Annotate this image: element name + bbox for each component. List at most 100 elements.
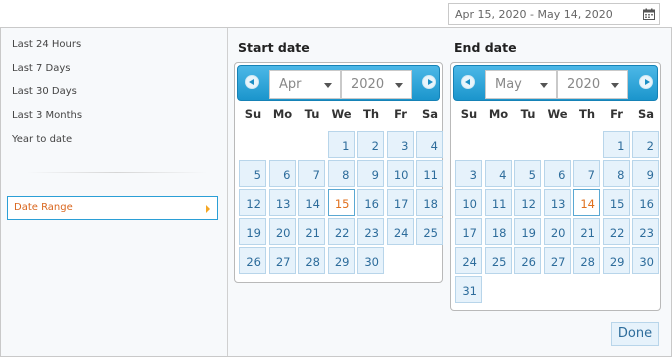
end-day-27[interactable]: 27 [543, 247, 571, 274]
start-day-8[interactable]: 8 [327, 160, 355, 187]
end-day-29[interactable]: 29 [602, 247, 630, 274]
start-day-26[interactable]: 26 [239, 247, 266, 274]
end-day-19[interactable]: 19 [514, 218, 541, 245]
start-day-30[interactable]: 30 [357, 247, 384, 274]
presets-divider [27, 172, 207, 173]
end-day-30[interactable]: 30 [632, 247, 659, 274]
done-button[interactable]: Done [611, 322, 659, 346]
end-day-6[interactable]: 6 [543, 160, 571, 187]
end-month-select[interactable]: May [485, 70, 557, 99]
chevron-down-icon [324, 83, 332, 88]
end-year-select[interactable]: 2020 [557, 70, 628, 99]
end-day-12[interactable]: 12 [514, 189, 541, 216]
preset-last-24-hours[interactable]: Last 24 Hours [12, 39, 81, 50]
start-day-6[interactable]: 6 [268, 160, 296, 187]
prev-month-icon[interactable] [461, 75, 475, 89]
start-weekday-tu: Tu [304, 107, 320, 121]
start-day-19[interactable]: 19 [239, 218, 266, 245]
end-weekday-mo: Mo [488, 107, 509, 121]
start-day-13[interactable]: 13 [268, 189, 296, 216]
start-year-select[interactable]: 2020 [341, 70, 412, 99]
end-weekday-su: Su [460, 107, 478, 121]
start-day-5[interactable]: 5 [239, 160, 266, 187]
start-day-11[interactable]: 11 [416, 160, 443, 187]
start-day-14[interactable]: 14 [298, 189, 325, 216]
end-weekday-fr: Fr [610, 107, 623, 121]
start-calendar: Apr 2020 Su Mo Tu We Th Fr Sa 1 2 3 4 5 6 7 8 9 10 11 12 13… [234, 62, 443, 283]
date-range-preset-label: Date Range [14, 202, 73, 213]
arrow-right-icon [206, 205, 210, 213]
end-day-24[interactable]: 24 [455, 247, 482, 274]
start-day-28[interactable]: 28 [298, 247, 325, 274]
start-day-3[interactable]: 3 [386, 131, 414, 158]
start-day-24[interactable]: 24 [386, 218, 414, 245]
end-day-20[interactable]: 20 [543, 218, 571, 245]
end-day-4[interactable]: 4 [484, 160, 512, 187]
end-day-11[interactable]: 11 [484, 189, 512, 216]
start-day-7[interactable]: 7 [298, 160, 325, 187]
preset-last-30-days[interactable]: Last 30 Days [12, 86, 77, 97]
date-range-popup: Last 24 Hours Last 7 Days Last 30 Days L… [0, 27, 672, 357]
end-day-10[interactable]: 10 [455, 189, 482, 216]
start-day-23[interactable]: 23 [357, 218, 384, 245]
end-day-31[interactable]: 31 [455, 276, 482, 303]
start-day-22[interactable]: 22 [327, 218, 355, 245]
end-day-22[interactable]: 22 [602, 218, 630, 245]
vertical-divider [227, 28, 228, 356]
end-day-15[interactable]: 15 [602, 189, 630, 216]
end-date-title: End date [454, 40, 517, 55]
start-day-21[interactable]: 21 [298, 218, 325, 245]
presets-panel: Last 24 Hours Last 7 Days Last 30 Days L… [1, 28, 227, 356]
start-day-2[interactable]: 2 [357, 131, 384, 158]
end-day-5[interactable]: 5 [514, 160, 541, 187]
start-day-4[interactable]: 4 [416, 131, 443, 158]
prev-month-icon[interactable] [245, 75, 259, 89]
next-month-icon[interactable] [422, 75, 436, 89]
end-day-9[interactable]: 9 [632, 160, 659, 187]
end-day-21[interactable]: 21 [573, 218, 600, 245]
start-day-27[interactable]: 27 [268, 247, 296, 274]
preset-last-7-days[interactable]: Last 7 Days [12, 63, 71, 74]
end-day-8[interactable]: 8 [602, 160, 630, 187]
start-day-18[interactable]: 18 [416, 189, 443, 216]
end-day-16[interactable]: 16 [632, 189, 659, 216]
start-day-1[interactable]: 1 [327, 131, 355, 158]
end-calendar: May 2020 Su Mo Tu We Th Fr Sa 1 2 3 4 5 6 7 8 9 10 11 12 13… [450, 62, 661, 311]
start-month-value: Apr [279, 77, 302, 92]
start-day-17[interactable]: 17 [386, 189, 414, 216]
preset-year-to-date[interactable]: Year to date [12, 134, 72, 145]
start-weekday-sa: Sa [421, 107, 439, 121]
start-day-15[interactable]: 15 [327, 189, 355, 216]
end-day-23[interactable]: 23 [632, 218, 659, 245]
start-weekday-we: We [331, 107, 352, 121]
start-month-select[interactable]: Apr [269, 70, 341, 99]
end-day-14[interactable]: 14 [573, 189, 600, 216]
start-day-9[interactable]: 9 [357, 160, 384, 187]
start-day-16[interactable]: 16 [357, 189, 384, 216]
end-day-25[interactable]: 25 [484, 247, 512, 274]
start-day-12[interactable]: 12 [239, 189, 266, 216]
end-day-7[interactable]: 7 [573, 160, 600, 187]
end-day-3[interactable]: 3 [455, 160, 482, 187]
end-day-28[interactable]: 28 [573, 247, 600, 274]
preset-last-3-months[interactable]: Last 3 Months [12, 110, 82, 121]
end-day-17[interactable]: 17 [455, 218, 482, 245]
end-weekday-we: We [547, 107, 568, 121]
start-day-20[interactable]: 20 [268, 218, 296, 245]
calendar-icon[interactable] [643, 8, 655, 20]
end-day-1[interactable]: 1 [602, 131, 630, 158]
end-day-2[interactable]: 2 [632, 131, 659, 158]
end-day-26[interactable]: 26 [514, 247, 541, 274]
start-day-25[interactable]: 25 [416, 218, 443, 245]
end-weekday-th: Th [578, 107, 596, 121]
end-day-13[interactable]: 13 [543, 189, 571, 216]
date-range-preset-button[interactable]: Date Range [7, 196, 218, 220]
start-day-10[interactable]: 10 [386, 160, 414, 187]
end-day-18[interactable]: 18 [484, 218, 512, 245]
start-day-29[interactable]: 29 [327, 247, 355, 274]
chevron-down-icon [395, 83, 403, 88]
end-month-value: May [495, 77, 522, 92]
next-month-icon[interactable] [639, 75, 653, 89]
date-range-input[interactable]: Apr 15, 2020 - May 14, 2020 [448, 3, 660, 25]
start-weekday-th: Th [362, 107, 380, 121]
